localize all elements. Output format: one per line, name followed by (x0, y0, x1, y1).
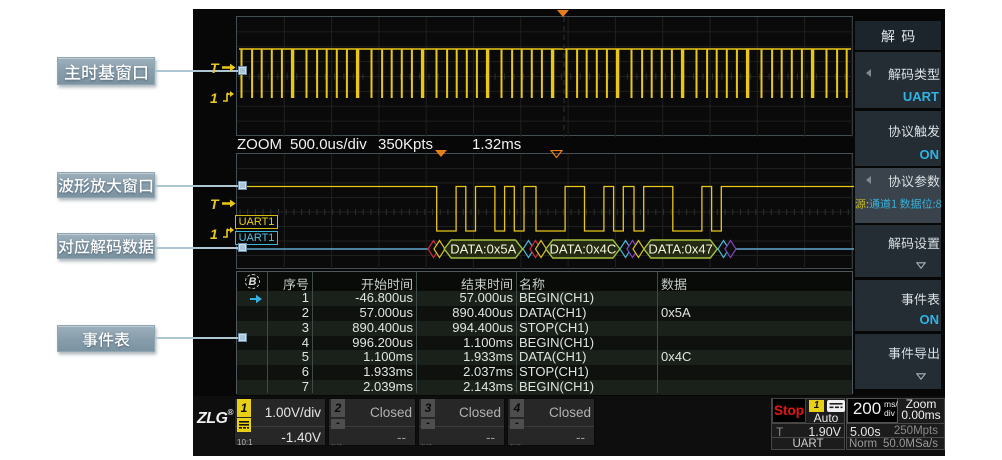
svg-text:DATA:0x5A: DATA:0x5A (450, 242, 516, 257)
svg-text:DATA:0x4C: DATA:0x4C (550, 242, 617, 257)
svg-text:DATA:0x47: DATA:0x47 (648, 242, 713, 257)
